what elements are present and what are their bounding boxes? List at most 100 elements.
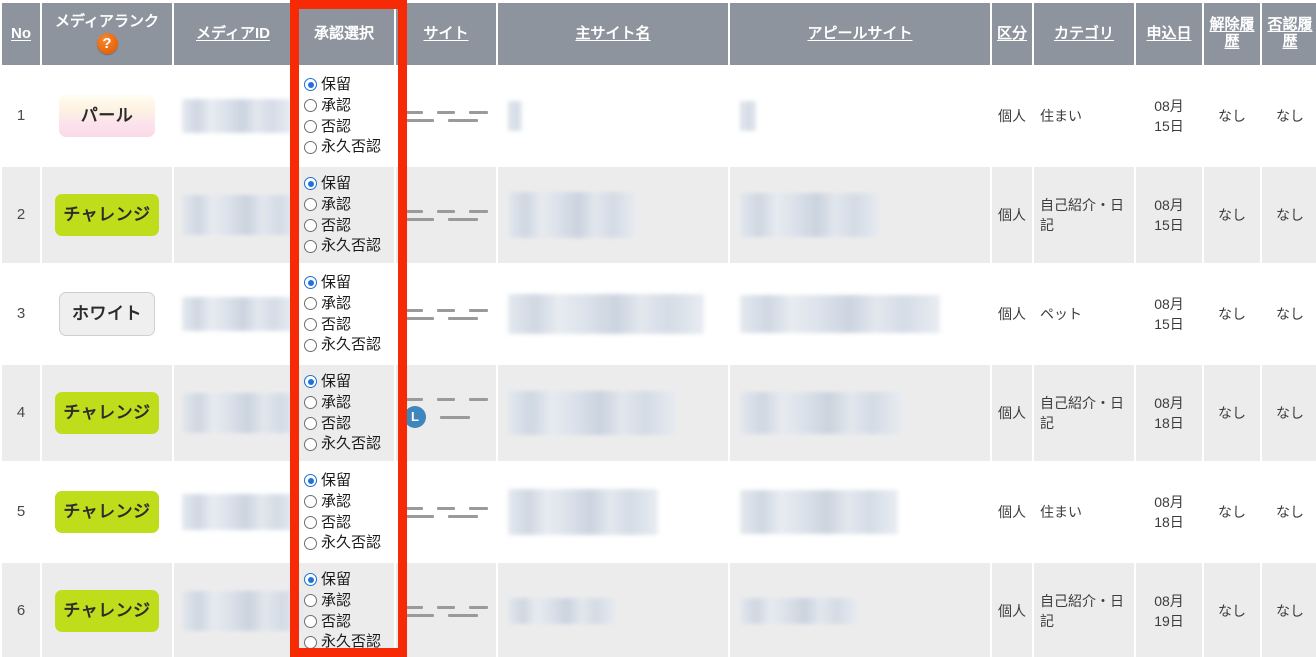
radio-icon[interactable] bbox=[304, 239, 317, 253]
column-header-release-history-label[interactable]: 解除履歴 bbox=[1205, 16, 1259, 51]
approval-option-hold[interactable]: 保留 bbox=[304, 471, 388, 491]
column-header-release-history[interactable]: 解除履歴 bbox=[1204, 3, 1260, 65]
approval-option-deny[interactable]: 否認 bbox=[304, 315, 388, 335]
column-header-category-label[interactable]: カテゴリ bbox=[1054, 25, 1114, 43]
approval-radio-group[interactable]: 保留 承認 否認 永久否認 bbox=[304, 372, 388, 454]
approval-option-label: 保留 bbox=[321, 174, 352, 192]
approval-option-deny[interactable]: 否認 bbox=[304, 414, 388, 434]
radio-icon[interactable] bbox=[304, 515, 317, 529]
approval-option-approve[interactable]: 承認 bbox=[304, 96, 388, 116]
column-header-application-date-label[interactable]: 申込日 bbox=[1146, 25, 1191, 43]
column-header-site-label[interactable]: サイト bbox=[423, 25, 468, 43]
redacted-dash bbox=[469, 506, 489, 510]
approval-option-deny[interactable]: 否認 bbox=[304, 216, 388, 236]
approval-option-approve[interactable]: 承認 bbox=[304, 195, 388, 215]
approval-option-approve[interactable]: 承認 bbox=[304, 492, 388, 512]
column-header-kubun[interactable]: 区分 bbox=[992, 3, 1032, 65]
site-dash-row: L bbox=[404, 406, 488, 428]
radio-icon[interactable] bbox=[304, 317, 317, 331]
radio-icon[interactable] bbox=[304, 396, 317, 410]
redacted-dash bbox=[469, 605, 489, 609]
redacted-dash bbox=[404, 506, 423, 510]
cell-no: 1 bbox=[2, 68, 40, 164]
radio-icon[interactable] bbox=[304, 177, 317, 191]
column-header-application-date[interactable]: 申込日 bbox=[1136, 3, 1202, 65]
radio-icon[interactable] bbox=[304, 140, 317, 154]
cell-approval-select[interactable]: 保留 承認 否認永久否認 bbox=[294, 68, 394, 164]
cell-approval-select[interactable]: 保留承認 否認 永久否認 bbox=[294, 167, 394, 263]
approval-radio-group[interactable]: 保留承認 否認 永久否認 bbox=[304, 174, 388, 256]
column-header-kubun-label[interactable]: 区分 bbox=[997, 25, 1027, 43]
column-header-main-site-name[interactable]: 主サイト名 bbox=[498, 3, 728, 65]
column-header-appeal-site[interactable]: アピールサイト bbox=[730, 3, 990, 65]
column-header-site[interactable]: サイト bbox=[396, 3, 496, 65]
approval-option-hold[interactable]: 保留 bbox=[304, 174, 388, 194]
column-header-appeal-site-label[interactable]: アピールサイト bbox=[807, 25, 912, 43]
approval-option-hold[interactable]: 保留 bbox=[304, 372, 388, 392]
radio-icon[interactable] bbox=[304, 276, 317, 290]
radio-icon[interactable] bbox=[304, 338, 317, 352]
column-header-no[interactable]: No bbox=[2, 3, 40, 65]
cell-release-history: なし bbox=[1204, 68, 1260, 164]
cell-appeal-site bbox=[730, 365, 990, 461]
approval-option-label: 否認 bbox=[321, 117, 352, 135]
radio-icon[interactable] bbox=[304, 297, 317, 311]
radio-icon[interactable] bbox=[304, 536, 317, 550]
radio-icon[interactable] bbox=[304, 614, 317, 628]
approval-option-deny[interactable]: 否認 bbox=[304, 612, 388, 632]
radio-icon[interactable] bbox=[304, 495, 317, 509]
radio-icon[interactable] bbox=[304, 119, 317, 133]
radio-icon[interactable] bbox=[304, 375, 317, 389]
cell-approval-select[interactable]: 保留 承認 否認 永久否認 bbox=[294, 365, 394, 461]
approval-option-hold[interactable]: 保留 bbox=[304, 570, 388, 590]
cell-release-history: なし bbox=[1204, 563, 1260, 657]
approval-option-approve[interactable]: 承認 bbox=[304, 294, 388, 314]
approval-option-hold[interactable]: 保留 bbox=[304, 75, 388, 95]
cell-media-rank: チャレンジ bbox=[42, 167, 172, 263]
approval-option-permanent-deny[interactable]: 永久否認 bbox=[304, 632, 388, 652]
radio-icon[interactable] bbox=[304, 218, 317, 232]
cell-application-date: 08月 18日 bbox=[1136, 365, 1202, 461]
column-header-main-site-name-label[interactable]: 主サイト名 bbox=[575, 25, 650, 43]
approval-option-permanent-deny[interactable]: 永久否認 bbox=[304, 335, 388, 355]
approval-option-hold[interactable]: 保留 bbox=[304, 273, 388, 293]
approval-radio-group[interactable]: 保留 承認 否認永久否認 bbox=[304, 75, 388, 157]
radio-icon[interactable] bbox=[304, 99, 317, 113]
site-dash-row bbox=[404, 110, 489, 114]
cell-approval-select[interactable]: 保留 承認 否認永久否認 bbox=[294, 563, 394, 657]
radio-icon[interactable] bbox=[304, 198, 317, 212]
radio-icon[interactable] bbox=[304, 474, 317, 488]
column-header-denial-history[interactable]: 否認履歴 bbox=[1262, 3, 1316, 65]
approval-radio-group[interactable]: 保留 承認 否認 永久否認 bbox=[304, 471, 388, 553]
approval-option-deny[interactable]: 否認 bbox=[304, 513, 388, 533]
approval-option-permanent-deny[interactable]: 永久否認 bbox=[304, 533, 388, 553]
radio-icon[interactable] bbox=[304, 78, 317, 92]
line-icon[interactable]: L bbox=[404, 406, 426, 428]
application-date-line: 15日 bbox=[1154, 217, 1184, 233]
column-header-media-id[interactable]: メディアID bbox=[174, 3, 292, 65]
approval-radio-group[interactable]: 保留 承認 否認永久否認 bbox=[304, 570, 388, 652]
column-header-media-id-label[interactable]: メディアID bbox=[196, 25, 270, 43]
approval-option-approve[interactable]: 承認 bbox=[304, 591, 388, 611]
approval-option-label: 否認 bbox=[321, 612, 352, 630]
cell-approval-select[interactable]: 保留 承認 否認 永久否認 bbox=[294, 266, 394, 362]
cell-approval-select[interactable]: 保留 承認 否認 永久否認 bbox=[294, 464, 394, 560]
approval-option-approve[interactable]: 承認 bbox=[304, 393, 388, 413]
redacted-dash bbox=[448, 613, 478, 617]
help-icon[interactable]: ? bbox=[96, 32, 118, 54]
column-header-denial-history-label[interactable]: 否認履歴 bbox=[1263, 16, 1316, 51]
approval-radio-group[interactable]: 保留 承認 否認 永久否認 bbox=[304, 273, 388, 355]
approval-option-permanent-deny[interactable]: 永久否認 bbox=[304, 236, 388, 256]
radio-icon[interactable] bbox=[304, 573, 317, 587]
radio-icon[interactable] bbox=[304, 594, 317, 608]
approval-option-deny[interactable]: 否認 bbox=[304, 117, 388, 137]
redacted-dash bbox=[404, 217, 434, 221]
column-header-category[interactable]: カテゴリ bbox=[1034, 3, 1134, 65]
radio-icon[interactable] bbox=[304, 437, 317, 451]
approval-option-permanent-deny[interactable]: 永久否認 bbox=[304, 434, 388, 454]
radio-icon[interactable] bbox=[304, 635, 317, 649]
redacted-dash bbox=[404, 209, 423, 213]
approval-option-permanent-deny[interactable]: 永久否認 bbox=[304, 137, 388, 157]
radio-icon[interactable] bbox=[304, 416, 317, 430]
column-header-no-label[interactable]: No bbox=[11, 25, 31, 43]
